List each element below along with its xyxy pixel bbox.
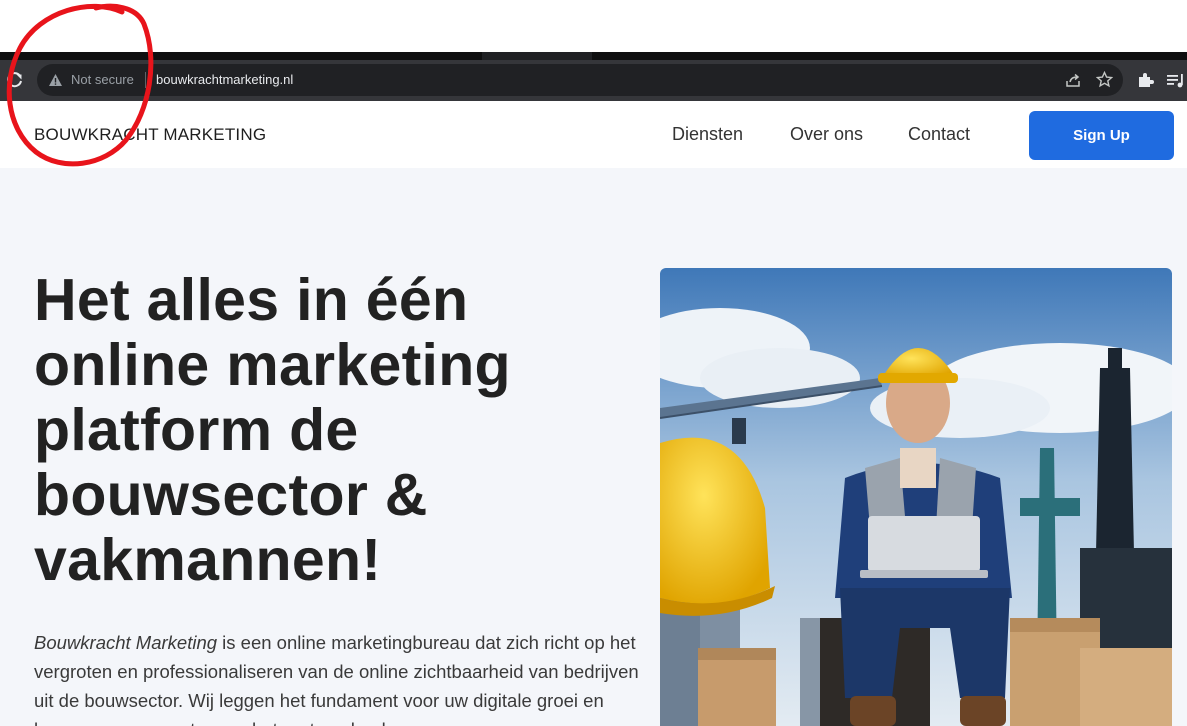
reload-icon[interactable] [6, 71, 24, 89]
hero-intro: Bouwkracht Marketing is een online marke… [34, 628, 644, 726]
intro-brand-name: Bouwkracht Marketing [34, 632, 218, 653]
media-control-icon[interactable] [1166, 71, 1186, 89]
address-separator [145, 72, 146, 88]
nav-link-contact[interactable]: Contact [908, 124, 970, 145]
extensions-icon[interactable] [1136, 71, 1154, 89]
hero-image [660, 268, 1172, 726]
browser-tab[interactable] [0, 52, 482, 60]
page: Not secure bouwkrachtmarketing.nl BOUWKR… [0, 0, 1187, 726]
browser-tab-strip [0, 52, 1187, 60]
browser-tab[interactable] [592, 52, 1187, 60]
star-icon[interactable] [1095, 70, 1114, 88]
nav-link-diensten[interactable]: Diensten [672, 124, 743, 145]
site-header: BOUWKRACHT MARKETING Diensten Over ons C… [0, 101, 1187, 168]
warning-icon[interactable] [48, 73, 63, 87]
hero-section: Het alles in één online marketing platfo… [0, 168, 1187, 726]
top-margin [0, 0, 1187, 52]
not-secure-label[interactable]: Not secure [71, 72, 134, 87]
url-text[interactable]: bouwkrachtmarketing.nl [156, 72, 293, 87]
site-logo-text[interactable]: BOUWKRACHT MARKETING [34, 125, 266, 145]
browser-toolbar: Not secure bouwkrachtmarketing.nl [0, 60, 1187, 101]
address-bar[interactable]: Not secure bouwkrachtmarketing.nl [37, 64, 1123, 96]
hero-headline: Het alles in één online marketing platfo… [34, 267, 511, 593]
nav-link-over-ons[interactable]: Over ons [790, 124, 863, 145]
sign-up-button[interactable]: Sign Up [1029, 111, 1174, 160]
share-icon[interactable] [1065, 72, 1081, 88]
